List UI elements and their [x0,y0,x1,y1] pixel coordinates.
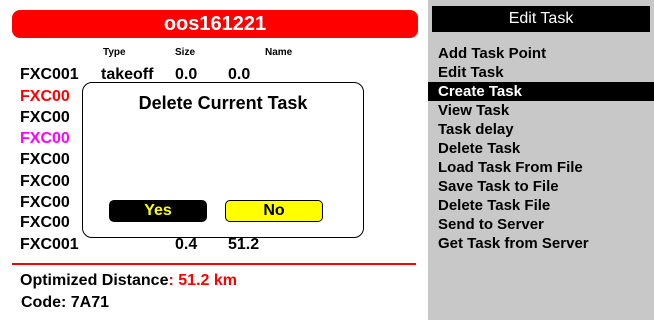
menu-header: Edit Task [432,6,650,32]
divider [12,263,416,265]
task-point-id: FXC001 [20,66,79,83]
task-point-name: 51.2 [228,236,260,253]
delete-task-dialog: Delete Current Task Yes No [82,82,364,238]
column-header-name: Name [265,47,293,58]
optimized-distance-colon: : [168,272,174,289]
optimized-distance: Optimized Distance: 51.2 km [20,272,237,290]
menu-item-send-to-server[interactable]: Send to Server [428,215,654,234]
dialog-title: Delete Current Task [138,93,308,113]
task-point-row[interactable]: FXC001 0.4 51.2 [20,236,400,258]
optimized-distance-label: Optimized Distance [20,272,169,289]
menu-item-delete-task-file[interactable]: Delete Task File [428,196,654,215]
task-point-size: 0.4 [175,236,198,253]
task-point-id: FXC00 [20,194,70,211]
column-header-type: Type [103,47,126,58]
yes-button[interactable]: Yes [109,200,207,222]
task-point-id: FXC00 [20,130,70,147]
column-header-size: Size [175,47,196,58]
task-point-id: FXC00 [20,214,70,231]
menu-item-get-task-from-server[interactable]: Get Task from Server [428,234,654,253]
menu-item-save-task-to-file[interactable]: Save Task to File [428,177,654,196]
optimized-distance-value: 51.2 km [178,272,237,289]
task-point-id: FXC001 [20,236,79,253]
menu-item-view-task[interactable]: View Task [428,101,654,120]
edit-task-menu: Edit Task Add Task Point Edit Task Create … [428,0,654,320]
menu-item-create-task[interactable]: Create Task [428,82,654,101]
task-point-id: FXC00 [20,88,70,105]
task-title: oos161221 [12,10,418,38]
menu-item-add-task-point[interactable]: Add Task Point [428,44,654,63]
menu-item-edit-task[interactable]: Edit Task [428,63,654,82]
task-point-id: FXC00 [20,109,70,126]
menu-list: Add Task Point Edit Task Create Task View T… [428,44,654,253]
menu-item-task-delay[interactable]: Task delay [428,120,654,139]
task-code: Code: 7A71 [21,294,110,311]
task-point-id: FXC00 [20,151,70,168]
menu-item-delete-task[interactable]: Delete Task [428,139,654,158]
menu-item-load-task-from-file[interactable]: Load Task From File [428,158,654,177]
no-button[interactable]: No [225,200,323,222]
task-point-id: FXC00 [20,173,70,190]
